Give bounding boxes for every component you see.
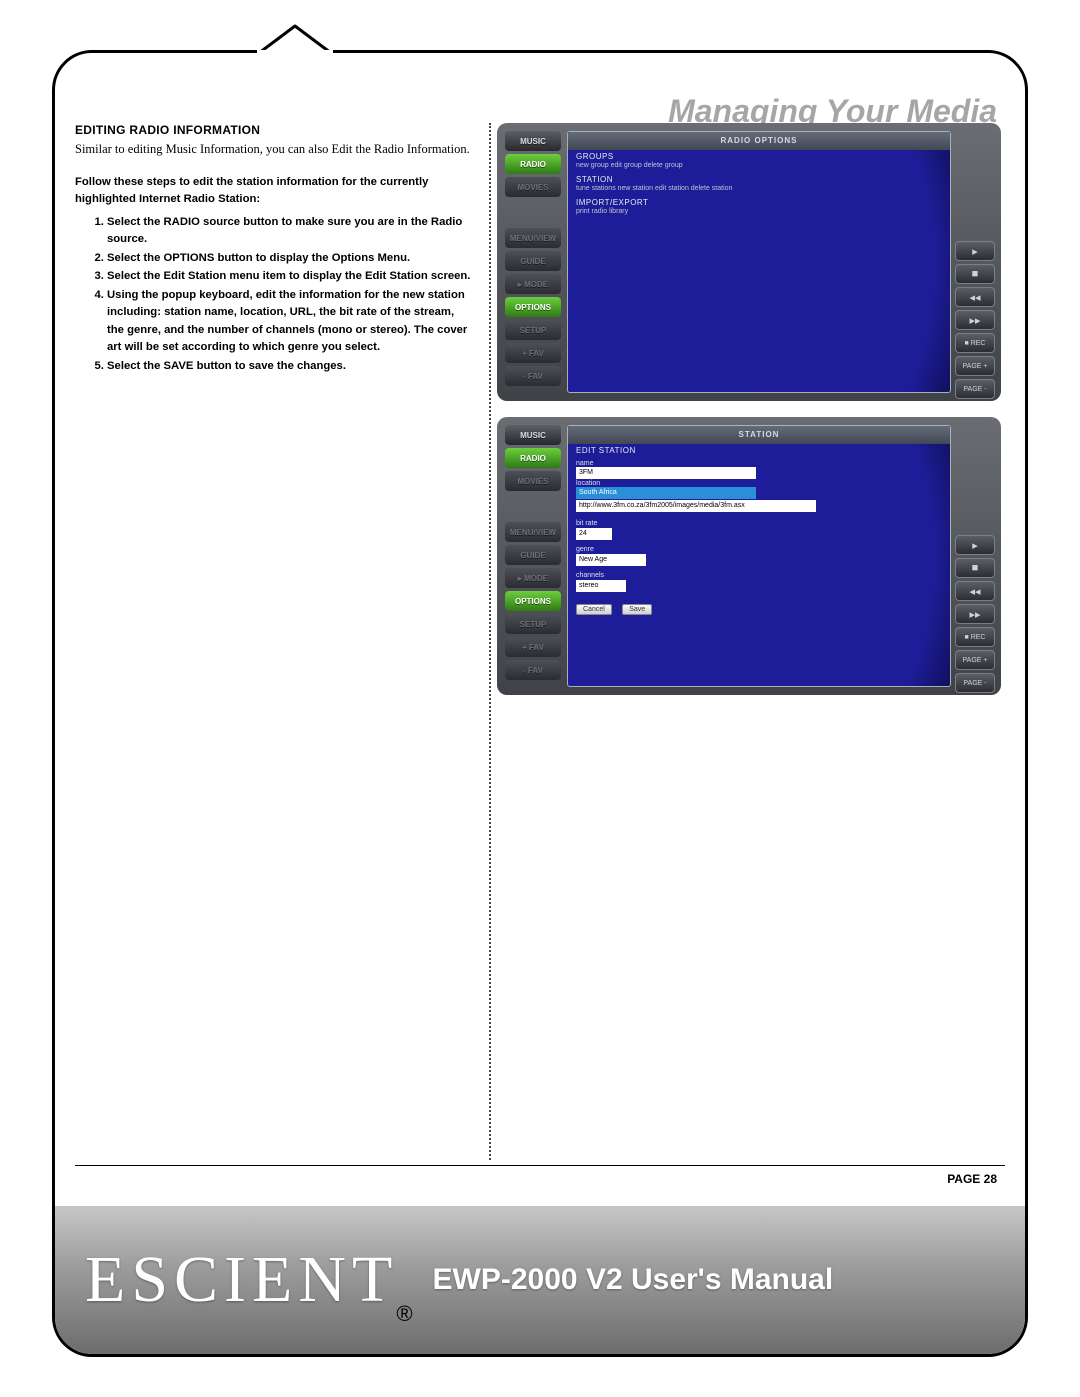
- registered-mark: ®: [396, 1301, 412, 1327]
- options-button[interactable]: OPTIONS: [505, 297, 561, 317]
- rewind-button[interactable]: ◂◂: [955, 287, 995, 307]
- menuview-button[interactable]: MENU/VIEW: [505, 228, 561, 248]
- footer: ESCIENT ® EWP-2000 V2 User's Manual: [55, 1206, 1025, 1354]
- step-item: Select the SAVE button to save the chang…: [107, 358, 473, 376]
- screen-header: STATION: [568, 426, 950, 444]
- left-nav: MUSIC RADIO MOVIES MENU/VIEW GUIDE ▸ MOD…: [505, 131, 561, 393]
- brand-logo: ESCIENT: [85, 1242, 398, 1318]
- step-item: Select the RADIO source button to make s…: [107, 214, 473, 249]
- step-item: Using the popup keyboard, edit the infor…: [107, 287, 473, 357]
- column-divider: [489, 123, 491, 1160]
- rec-button[interactable]: ■ REC: [955, 333, 995, 353]
- fav-plus-button[interactable]: + FAV: [505, 637, 561, 657]
- page-border: Managing Your Media EDITING RADIO INFORM…: [52, 50, 1028, 1357]
- fav-minus-button[interactable]: - FAV: [505, 660, 561, 680]
- rewind-button[interactable]: ◂◂: [955, 581, 995, 601]
- page-up-button[interactable]: PAGE +: [955, 356, 995, 376]
- movies-button[interactable]: MOVIES: [505, 177, 561, 197]
- play-button[interactable]: ▸: [955, 241, 995, 261]
- ff-button[interactable]: ▸▸: [955, 310, 995, 330]
- channels-field[interactable]: stereo: [576, 580, 626, 592]
- groups-label: GROUPS: [576, 152, 942, 161]
- station-label: STATION: [576, 175, 942, 184]
- right-controls: ▸ ■ ◂◂ ▸▸ ■ REC PAGE + PAGE -: [955, 131, 995, 393]
- music-button[interactable]: MUSIC: [505, 131, 561, 151]
- name-label: name: [576, 460, 942, 467]
- genre-label: genre: [576, 546, 942, 553]
- radio-button[interactable]: RADIO: [505, 448, 561, 468]
- lead-text: Follow these steps to edit the station i…: [75, 174, 473, 208]
- page-number: PAGE 28: [947, 1172, 997, 1186]
- screen-body: RADIO OPTIONS GROUPS new group edit grou…: [567, 131, 951, 393]
- cancel-button[interactable]: Cancel: [576, 604, 612, 615]
- manual-title: EWP-2000 V2 User's Manual: [433, 1263, 834, 1297]
- intro-text: Similar to editing Music Information, yo…: [75, 141, 473, 158]
- mode-button[interactable]: ▸ MODE: [505, 274, 561, 294]
- location-label: location: [576, 480, 942, 487]
- edit-station-title: EDIT STATION: [576, 446, 942, 455]
- setup-button[interactable]: SETUP: [505, 614, 561, 634]
- left-nav: MUSIC RADIO MOVIES MENU/VIEW GUIDE ▸ MOD…: [505, 425, 561, 687]
- options-button[interactable]: OPTIONS: [505, 591, 561, 611]
- screen-header: RADIO OPTIONS: [568, 132, 950, 150]
- page-down-button[interactable]: PAGE -: [955, 673, 995, 693]
- page-down-button[interactable]: PAGE -: [955, 379, 995, 399]
- ff-button[interactable]: ▸▸: [955, 604, 995, 624]
- groups-sub[interactable]: new group edit group delete group: [576, 162, 942, 169]
- right-column: MUSIC RADIO MOVIES MENU/VIEW GUIDE ▸ MOD…: [497, 123, 1001, 711]
- fav-minus-button[interactable]: - FAV: [505, 366, 561, 386]
- save-button[interactable]: Save: [622, 604, 652, 615]
- stop-button[interactable]: ■: [955, 558, 995, 578]
- screenshot-edit-station: MUSIC RADIO MOVIES MENU/VIEW GUIDE ▸ MOD…: [497, 417, 1001, 695]
- movies-button[interactable]: MOVIES: [505, 471, 561, 491]
- footer-rule: [75, 1165, 1005, 1166]
- menuview-button[interactable]: MENU/VIEW: [505, 522, 561, 542]
- setup-button[interactable]: SETUP: [505, 320, 561, 340]
- radio-button[interactable]: RADIO: [505, 154, 561, 174]
- stop-button[interactable]: ■: [955, 264, 995, 284]
- right-controls: ▸ ■ ◂◂ ▸▸ ■ REC PAGE + PAGE -: [955, 425, 995, 687]
- fav-plus-button[interactable]: + FAV: [505, 343, 561, 363]
- import-sub[interactable]: print radio library: [576, 208, 942, 215]
- bitrate-field[interactable]: 24: [576, 528, 612, 540]
- genre-field[interactable]: New Age: [576, 554, 646, 566]
- station-sub[interactable]: tune stations new station edit station d…: [576, 185, 942, 192]
- channels-label: channels: [576, 572, 942, 579]
- rec-button[interactable]: ■ REC: [955, 627, 995, 647]
- url-field[interactable]: http://www.3fm.co.za/3fm2005/images/medi…: [576, 500, 816, 512]
- name-field[interactable]: 3FM: [576, 467, 756, 479]
- bitrate-label: bit rate: [576, 520, 942, 527]
- screen-body: STATION EDIT STATION name3FM locationSou…: [567, 425, 951, 687]
- screenshot-radio-options: MUSIC RADIO MOVIES MENU/VIEW GUIDE ▸ MOD…: [497, 123, 1001, 401]
- guide-button[interactable]: GUIDE: [505, 251, 561, 271]
- mode-button[interactable]: ▸ MODE: [505, 568, 561, 588]
- left-column: EDITING RADIO INFORMATION Similar to edi…: [75, 123, 473, 376]
- tab-notch-icon: [257, 23, 333, 59]
- step-item: Select the OPTIONS button to display the…: [107, 250, 473, 268]
- step-item: Select the Edit Station menu item to dis…: [107, 268, 473, 286]
- music-button[interactable]: MUSIC: [505, 425, 561, 445]
- page-up-button[interactable]: PAGE +: [955, 650, 995, 670]
- import-label: IMPORT/EXPORT: [576, 198, 942, 207]
- heading: EDITING RADIO INFORMATION: [75, 123, 473, 137]
- guide-button[interactable]: GUIDE: [505, 545, 561, 565]
- play-button[interactable]: ▸: [955, 535, 995, 555]
- location-field[interactable]: South Africa: [576, 487, 756, 499]
- steps-list: Select the RADIO source button to make s…: [89, 214, 473, 376]
